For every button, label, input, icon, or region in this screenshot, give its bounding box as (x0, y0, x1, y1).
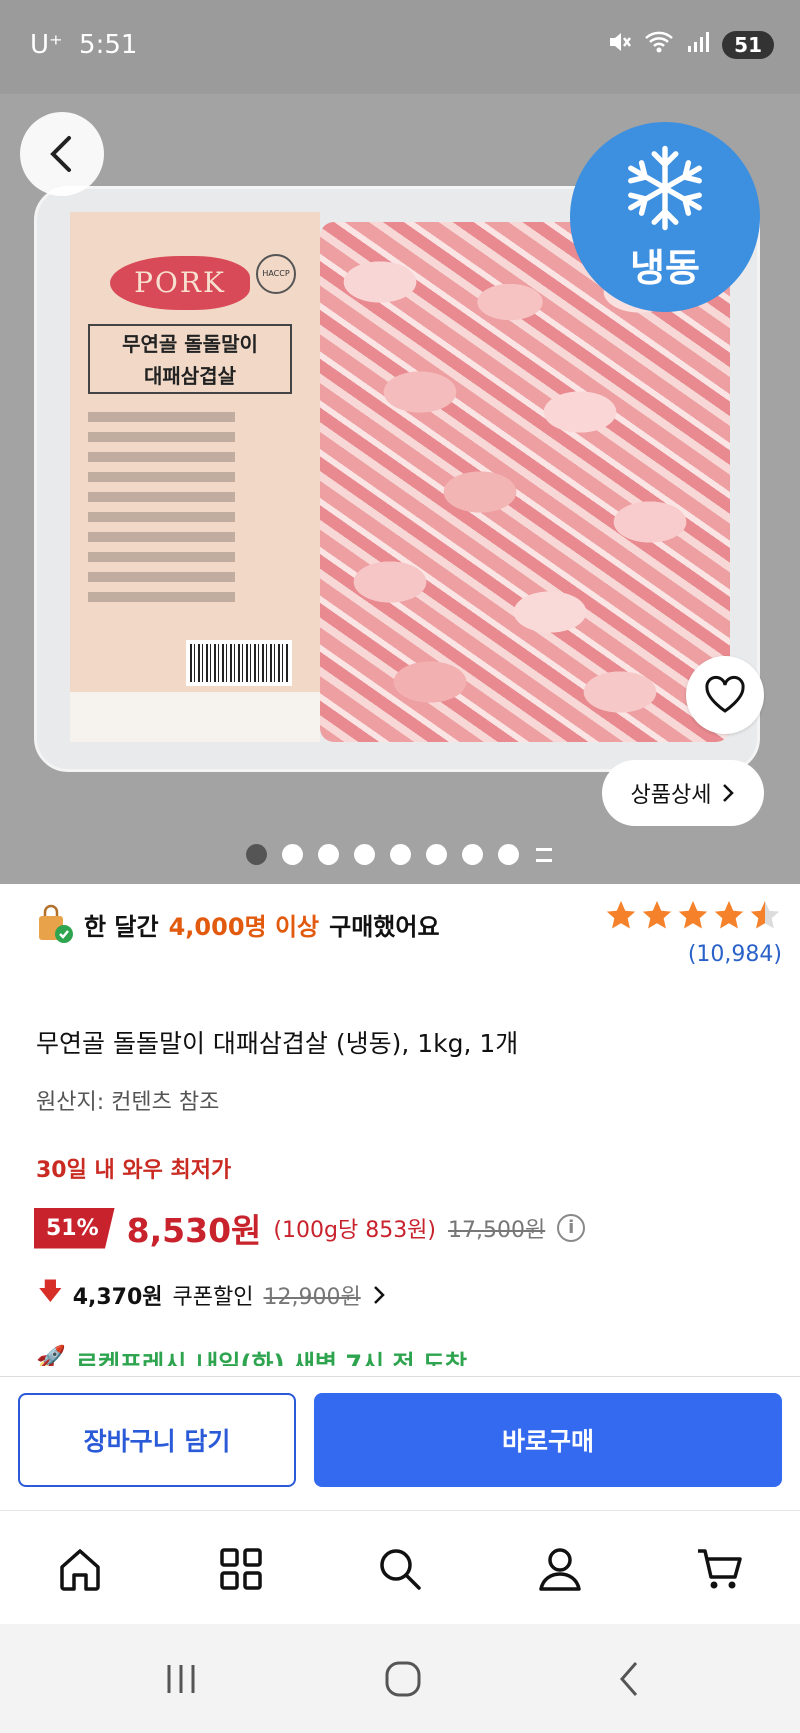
coupon-label: 쿠폰할인 (172, 1284, 254, 1310)
chevron-left-icon (50, 136, 71, 172)
user-icon (539, 1548, 581, 1591)
product-title: 무연골 돌돌말이 대패삼겹살 (냉동), 1kg, 1개 (36, 1029, 519, 1058)
package-product-name: 무연골 돌돌말이 대패삼겹살 (88, 324, 292, 394)
heart-icon (705, 675, 745, 713)
back-button[interactable] (20, 112, 104, 196)
frozen-badge: 냉동 (570, 122, 760, 312)
star-icon (714, 900, 744, 929)
tab-my-account[interactable] (532, 1541, 588, 1597)
rocket-icon: 🚀 (36, 1344, 66, 1366)
purchase-action-bar: 장바구니 담기 바로구매 (0, 1376, 800, 1510)
purchase-suffix: 구매했어요 (329, 912, 440, 941)
review-count[interactable]: (10,984) (604, 942, 782, 967)
package-bottom-strip (70, 692, 320, 742)
discount-badge: 51% (34, 1207, 115, 1249)
package-label: PORK HACCP 무연골 돌돌말이 대패삼겹살 (70, 212, 320, 742)
purchase-highlight: 4,000명 이상 (168, 912, 320, 941)
star-icon (606, 900, 636, 929)
page-dot[interactable] (318, 844, 339, 865)
coupon-row[interactable]: 🡇 4,370원 쿠폰할인 12,900원 (38, 1274, 387, 1315)
mute-icon (606, 30, 632, 59)
rating[interactable]: (10,984) (604, 898, 782, 967)
star-icon (642, 900, 672, 929)
delivery-text: 내일(화) 새벽 7시 전 도착 (196, 1350, 468, 1366)
recent-apps-button[interactable] (156, 1656, 206, 1702)
sale-price: 8,530원 (126, 1211, 262, 1250)
frozen-label: 냉동 (630, 245, 700, 290)
page-dot[interactable] (390, 844, 411, 865)
product-detail-label: 상품상세 (630, 783, 712, 808)
arrow-down-icon: 🡇 (38, 1277, 63, 1305)
purchase-prefix: 한 달간 (84, 912, 159, 941)
pork-logo: PORK (110, 256, 250, 310)
home-icon (60, 1549, 100, 1591)
back-nav-button[interactable] (604, 1656, 654, 1702)
product-detail-button[interactable]: 상품상세 (602, 760, 764, 826)
haccp-seal: HACCP (256, 254, 296, 294)
info-icon[interactable]: i (557, 1214, 586, 1242)
search-icon (380, 1549, 421, 1590)
origin-info: 원산지: 컨텐츠 참조 (36, 1090, 220, 1115)
home-circle-icon (385, 1661, 421, 1697)
clock: 5:51 (79, 30, 138, 60)
snowflake-icon (628, 145, 702, 230)
package-name-line1: 무연골 돌돌말이 (122, 332, 258, 356)
tab-home[interactable] (52, 1541, 108, 1597)
unit-price: (100g당 853원) (273, 1218, 437, 1243)
tab-categories[interactable] (213, 1541, 269, 1597)
status-bar: U⁺ 5:51 51 (0, 0, 800, 94)
page-dot[interactable] (246, 844, 267, 865)
grid-icon (220, 1548, 262, 1590)
page-dot[interactable] (354, 844, 375, 865)
tab-search[interactable] (372, 1541, 428, 1597)
buy-now-button[interactable]: 바로구매 (314, 1393, 782, 1487)
wishlist-button[interactable] (686, 656, 764, 734)
battery-icon: 51 (722, 30, 774, 59)
bottom-tab-bar (0, 1510, 800, 1624)
cart-icon (698, 1549, 742, 1589)
gallery-pagination[interactable] (246, 844, 552, 865)
lowest-price-tag: 30일 내 와우 최저가 (36, 1158, 232, 1183)
wifi-icon (644, 30, 674, 59)
purchase-count: 한 달간 4,000명 이상 구매했어요 (36, 904, 440, 944)
original-price: 17,500원 (448, 1218, 546, 1243)
delivery-info: 🚀 로켓프레시 내일(화) 새벽 7시 전 도착 (36, 1344, 467, 1366)
tab-cart[interactable] (692, 1541, 748, 1597)
page-dot[interactable] (426, 844, 447, 865)
coupon-amount: 4,370원 (72, 1284, 163, 1310)
package-fine-print (88, 412, 298, 612)
add-to-cart-button[interactable]: 장바구니 담기 (18, 1393, 296, 1487)
star-icon (678, 900, 708, 929)
chevron-right-icon (723, 784, 735, 802)
signal-icon (686, 30, 710, 59)
carrier-label: U⁺ (30, 30, 63, 60)
half-star-icon (750, 900, 780, 929)
recent-apps-icon (167, 1665, 195, 1693)
more-pages-icon (536, 847, 552, 862)
product-image-gallery[interactable]: PORK HACCP 무연골 돌돌말이 대패삼겹살 냉동 상품상세 (0, 94, 800, 884)
delivery-brand: 로켓프레시 (75, 1350, 187, 1366)
home-nav-button[interactable] (378, 1656, 428, 1702)
barcode (186, 640, 292, 686)
price-row: 51% 8,530원 (100g당 853원) 17,500원 i (34, 1204, 586, 1252)
star-rating (604, 898, 782, 932)
back-chevron-icon (620, 1662, 638, 1696)
system-navigation-bar (0, 1624, 800, 1733)
status-left: U⁺ 5:51 (30, 30, 137, 60)
package-name-line2: 대패삼겹살 (144, 364, 236, 388)
chevron-right-icon (373, 1285, 385, 1304)
shopping-bag-icon (36, 904, 74, 944)
page-dot[interactable] (498, 844, 519, 865)
status-right: 51 (606, 30, 774, 59)
page-dot[interactable] (282, 844, 303, 865)
page-dot[interactable] (462, 844, 483, 865)
coupon-before-price: 12,900원 (263, 1284, 361, 1310)
